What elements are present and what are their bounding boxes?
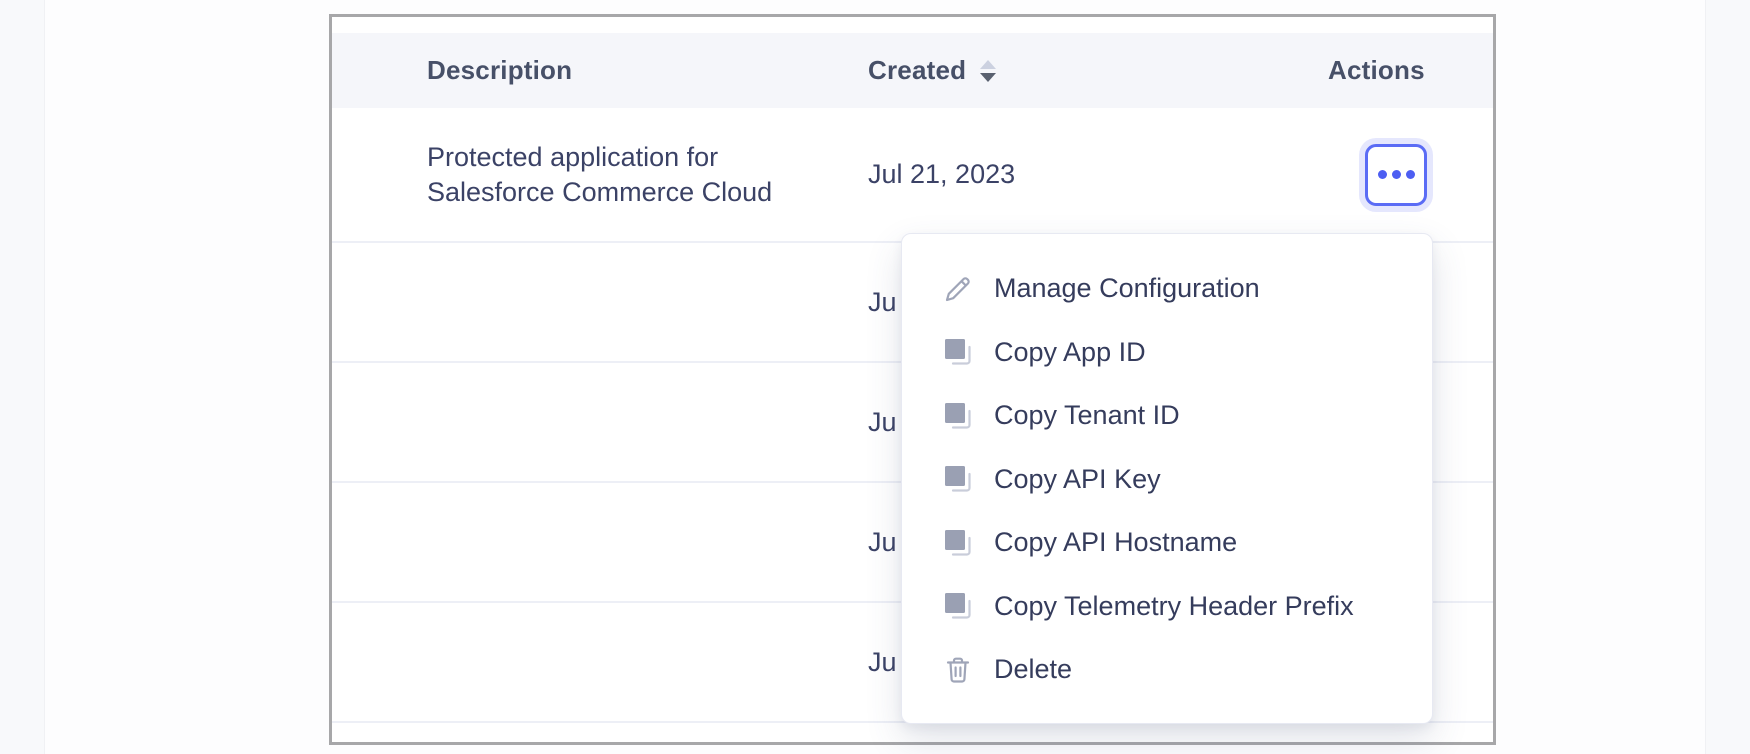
- row-actions-ellipsis-button[interactable]: [1365, 144, 1427, 206]
- column-header-description-label: Description: [427, 55, 572, 86]
- menu-item-copy-app-id[interactable]: Copy App ID: [902, 321, 1432, 385]
- copy-icon: [943, 337, 973, 367]
- ellipsis-dot-icon: [1392, 170, 1401, 179]
- menu-item-label: Copy API Hostname: [994, 527, 1237, 558]
- table-header-row: Description Created Actions: [332, 33, 1493, 108]
- row-actions-dropdown-menu: Manage Configuration Copy App ID Copy Te…: [901, 233, 1433, 724]
- description-line-2: Salesforce Commerce Cloud: [427, 175, 779, 210]
- column-header-created[interactable]: Created: [868, 33, 996, 108]
- description-line-1: Protected application for: [427, 140, 779, 175]
- created-date-partial: Ju: [868, 527, 897, 558]
- actions-cell: [1365, 108, 1427, 241]
- created-date-partial: Ju: [868, 287, 897, 318]
- column-header-description: Description: [427, 33, 572, 108]
- created-date-partial: Ju: [868, 647, 897, 678]
- sort-up-triangle-icon: [980, 60, 996, 69]
- page-right-gutter: [1705, 0, 1750, 754]
- created-cell: Ju: [868, 243, 897, 361]
- table-row: Protected application for Salesforce Com…: [332, 108, 1493, 243]
- menu-item-label: Delete: [994, 654, 1072, 685]
- copy-icon: [943, 464, 973, 494]
- menu-item-copy-api-hostname[interactable]: Copy API Hostname: [902, 511, 1432, 575]
- copy-icon: [943, 528, 973, 558]
- menu-item-copy-telemetry-header-prefix[interactable]: Copy Telemetry Header Prefix: [902, 575, 1432, 639]
- column-header-actions-label: Actions: [1328, 55, 1425, 86]
- pencil-icon: [943, 274, 973, 304]
- created-cell: Jul 21, 2023: [868, 108, 1015, 241]
- created-cell: Ju: [868, 483, 897, 601]
- menu-item-label: Manage Configuration: [994, 273, 1260, 304]
- column-header-created-label: Created: [868, 55, 966, 86]
- menu-item-label: Copy Tenant ID: [994, 400, 1180, 431]
- sort-descending-icon[interactable]: [980, 60, 996, 82]
- created-date: Jul 21, 2023: [868, 159, 1015, 190]
- trash-icon: [943, 655, 973, 685]
- created-date-partial: Ju: [868, 407, 897, 438]
- sort-down-triangle-icon: [980, 73, 996, 82]
- menu-item-label: Copy API Key: [994, 464, 1161, 495]
- description-cell: Protected application for Salesforce Com…: [427, 108, 779, 241]
- column-header-actions: Actions: [1328, 33, 1425, 108]
- page-left-gutter: [0, 0, 45, 754]
- copy-icon: [943, 401, 973, 431]
- menu-item-label: Copy App ID: [994, 337, 1146, 368]
- copy-icon: [943, 591, 973, 621]
- created-cell: Ju: [868, 363, 897, 481]
- menu-item-label: Copy Telemetry Header Prefix: [994, 591, 1354, 622]
- created-cell: Ju: [868, 603, 897, 721]
- ellipsis-dot-icon: [1406, 170, 1415, 179]
- menu-item-copy-api-key[interactable]: Copy API Key: [902, 448, 1432, 512]
- menu-item-copy-tenant-id[interactable]: Copy Tenant ID: [902, 384, 1432, 448]
- menu-item-delete[interactable]: Delete: [902, 638, 1432, 702]
- ellipsis-dot-icon: [1378, 170, 1387, 179]
- menu-item-manage-configuration[interactable]: Manage Configuration: [902, 257, 1432, 321]
